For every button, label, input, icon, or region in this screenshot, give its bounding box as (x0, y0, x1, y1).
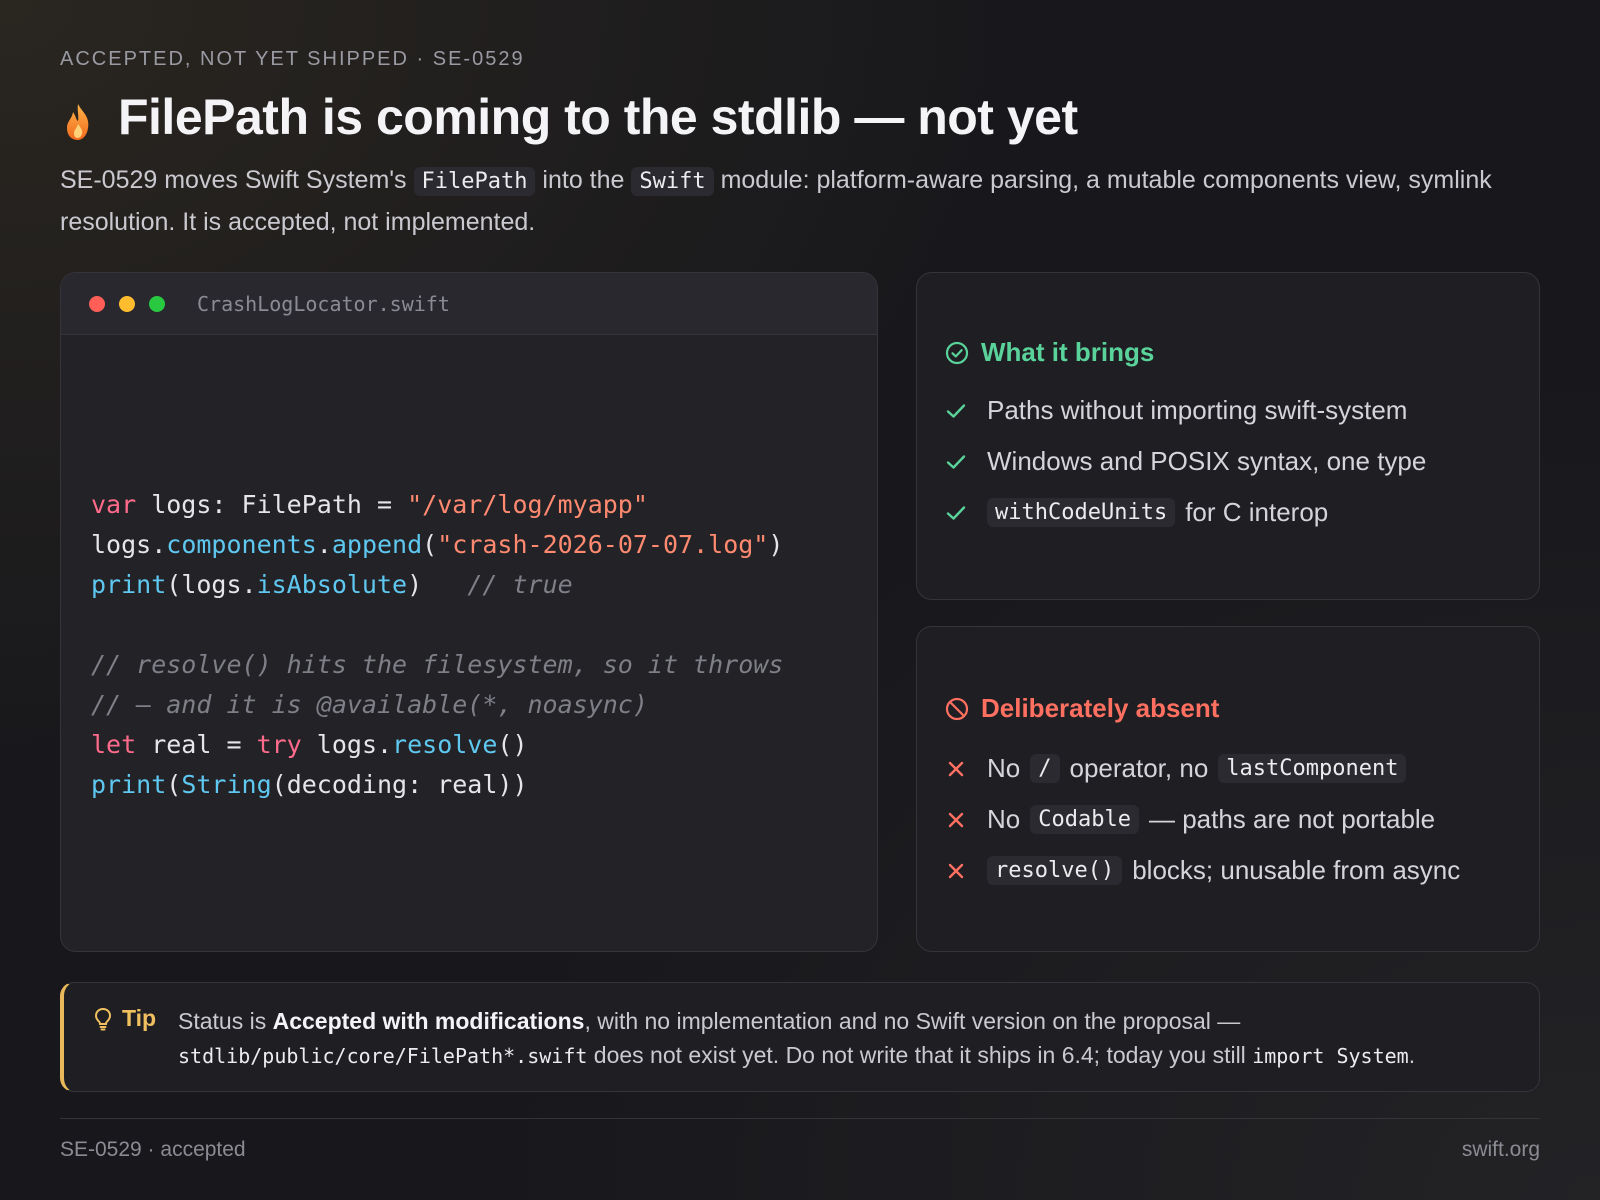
list-item: No / operator, no lastComponent (945, 743, 1460, 794)
window-minimize-dot[interactable] (119, 295, 135, 312)
brings-heading: What it brings (981, 337, 1155, 367)
code-filename: CrashLogLocator.swift (197, 291, 450, 316)
code-line: // — and it is @available(*, noasync) (91, 690, 648, 719)
brings-card: What it brings Paths without importing s… (916, 272, 1540, 600)
window-close-dot[interactable] (89, 295, 105, 312)
list-item: withCodeUnits for C interop (945, 487, 1426, 538)
absent-heading: Deliberately absent (981, 693, 1220, 723)
code-line: let real = try logs.resolve() (91, 730, 528, 759)
page-title: FilePath is coming to the stdlib — not y… (118, 89, 1078, 145)
code-line: print(String(decoding: real)) (91, 770, 528, 799)
window-maximize-dot[interactable] (149, 295, 165, 312)
brings-list: Paths without importing swift-system Win… (945, 385, 1426, 538)
cross-icon (945, 812, 967, 828)
check-icon (945, 505, 967, 521)
absent-heading-row: Deliberately absent (945, 693, 1219, 724)
title-row: FilePath is coming to the stdlib — not y… (60, 88, 1078, 146)
code-line: logs.components.append("crash-2026-07-07… (91, 530, 784, 559)
check-icon (945, 403, 967, 419)
prohibited-icon (945, 697, 969, 720)
code-chip: Codable (1030, 805, 1139, 834)
code-chip: withCodeUnits (987, 498, 1176, 527)
footer-link[interactable]: swift.org (1462, 1138, 1540, 1162)
tip-text: Status is Accepted with modifications, w… (178, 1008, 1416, 1068)
check-circle-icon (945, 341, 969, 364)
absent-list: No / operator, no lastComponent No Codab… (945, 743, 1460, 896)
list-item: No Codable — paths are not portable (945, 794, 1460, 845)
code-path: stdlib/public/core/FilePath*.swift (178, 1044, 588, 1068)
absent-card: Deliberately absent No / operator, no la… (916, 626, 1540, 952)
code-window-titlebar: CrashLogLocator.swift (61, 273, 877, 335)
list-item: resolve() blocks; unusable from async (945, 845, 1460, 896)
flame-icon (67, 104, 89, 140)
footer-divider (60, 1118, 1540, 1119)
code-window: CrashLogLocator.swift var logs: FilePath… (60, 272, 878, 952)
list-item: Paths without importing swift-system (945, 385, 1426, 436)
cross-icon (945, 863, 967, 879)
code-chip-swift: Swift (631, 167, 714, 196)
check-icon (945, 454, 967, 470)
lede-paragraph: SE-0529 moves Swift System's FilePath in… (60, 166, 1492, 236)
code-chip: lastComponent (1218, 754, 1407, 783)
code-chip: / (1030, 754, 1060, 783)
code-chip-filepath: FilePath (413, 167, 536, 196)
code-import: import System (1252, 1044, 1409, 1068)
tip-label: Tip (122, 1005, 157, 1031)
lightbulb-icon (94, 1007, 112, 1030)
eyebrow-status: ACCEPTED, NOT YET SHIPPED · SE-0529 (60, 48, 525, 70)
brings-heading-row: What it brings (945, 337, 1154, 368)
code-line: // resolve() hits the filesystem, so it … (91, 650, 784, 679)
code-body: var logs: FilePath = "/var/log/myapp" log… (91, 485, 783, 805)
code-line: var logs: FilePath = "/var/log/myapp" (91, 490, 648, 519)
code-line: print(logs.isAbsolute) // true (91, 570, 573, 599)
list-item: Windows and POSIX syntax, one type (945, 436, 1426, 487)
tip-label-row: Tip (94, 1005, 156, 1032)
footer-status: SE-0529 · accepted (60, 1138, 246, 1161)
tip-callout: Tip Status is Accepted with modification… (60, 982, 1540, 1092)
cross-icon (945, 761, 967, 777)
code-chip: resolve() (987, 856, 1123, 885)
